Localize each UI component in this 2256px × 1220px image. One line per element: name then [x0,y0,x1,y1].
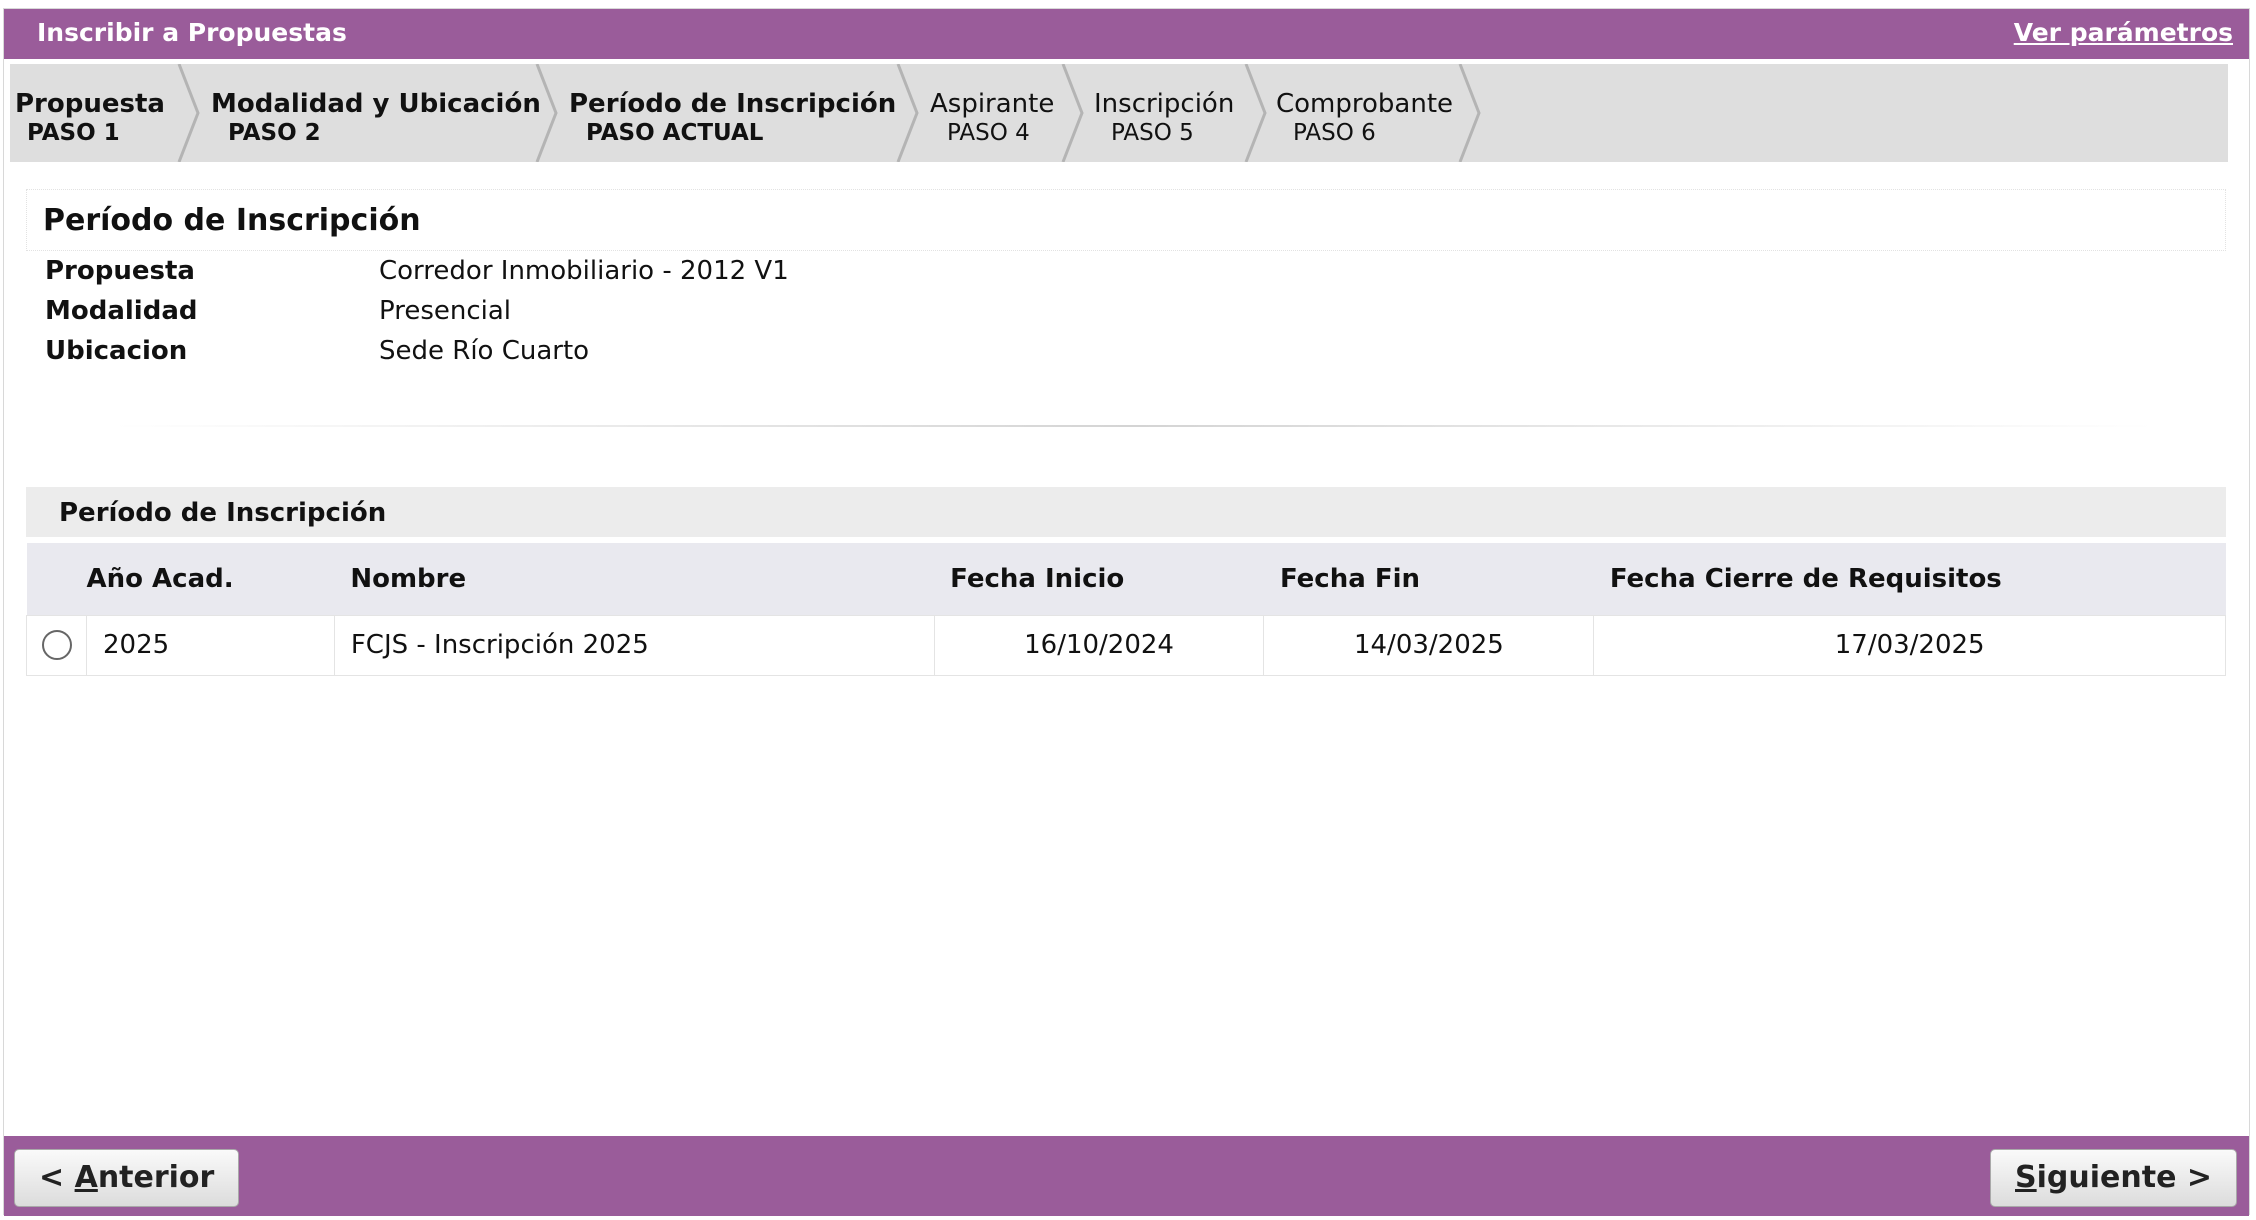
chevron-separator-icon [1458,64,1481,162]
step-aspirante: Aspirante PASO 4 [930,64,1054,162]
period-radio[interactable] [42,630,72,661]
column-header: Nombre [334,543,935,615]
button-text: nterior [97,1160,215,1195]
column-header: Fecha Inicio [934,543,1264,615]
cell-fecha-cierre: 17/03/2025 [1593,614,2226,676]
wizard-steps: Propuesta PASO 1 Modalidad y Ubicación P… [10,64,2228,162]
periodos-table: Año Acad. Nombre Fecha Inicio Fecha Fin … [26,543,2226,676]
ver-parametros-link[interactable]: Ver parámetros [2014,18,2233,47]
page-title: Inscribir a Propuestas [37,18,347,47]
grid-title: Período de Inscripción [59,498,387,528]
cell-nombre: FCJS - Inscripción 2025 [333,614,935,676]
step-name: Período de Inscripción [569,89,897,119]
table-header-row: Año Acad. Nombre Fecha Inicio Fecha Fin … [26,543,2226,615]
divider [114,425,2154,427]
table-row[interactable]: 2025 FCJS - Inscripción 2025 16/10/2024 … [26,614,2226,676]
cell-fecha-inicio: 16/10/2024 [933,614,1265,676]
step-number: PASO 1 [27,120,120,146]
title-bar: Inscribir a Propuestas Ver parámetros [4,9,2249,59]
anterior-button[interactable]: < Anterior [14,1149,240,1207]
step-number: PASO 5 [1111,120,1194,146]
cell-fecha-fin: 14/03/2025 [1263,614,1595,676]
step-name: Aspirante [930,89,1055,119]
column-header: Año Acad. [86,543,335,615]
button-text: < [39,1160,75,1195]
app-window: Inscribir a Propuestas Ver parámetros Pr… [3,8,2250,1216]
field-value: Corredor Inmobiliario - 2012 V1 [379,256,789,286]
field-value: Sede Río Cuarto [379,336,590,366]
section-title: Período de Inscripción [43,203,421,238]
step-comprobante: Comprobante PASO 6 [1276,64,1453,162]
column-header-select [26,543,87,615]
step-number: PASO 2 [228,120,321,146]
button-text: iguiente > [2036,1160,2212,1195]
step-inscripcion: Inscripción PASO 5 [1094,64,1234,162]
row-select-cell [26,614,87,676]
step-modalidad-ubicacion[interactable]: Modalidad y Ubicación PASO 2 [211,64,541,162]
chevron-separator-icon [896,64,919,162]
field-label: Propuesta [45,256,195,286]
chevron-separator-icon [177,64,200,162]
cell-anio: 2025 [85,614,335,676]
column-header: Fecha Cierre de Requisitos [1593,543,2226,615]
chevron-separator-icon [1061,64,1084,162]
field-value: Presencial [379,296,512,326]
field-label: Ubicacion [45,336,188,366]
chevron-separator-icon [535,64,558,162]
step-name: Inscripción [1094,89,1235,119]
siguiente-button[interactable]: Siguiente > [1990,1149,2237,1207]
footer-bar: < Anterior Siguiente > [4,1136,2249,1216]
chevron-separator-icon [1244,64,1267,162]
step-number: PASO ACTUAL [586,120,764,146]
step-periodo-inscripcion: Período de Inscripción PASO ACTUAL [569,64,896,162]
accesskey-letter: S [2015,1160,2037,1195]
field-label: Modalidad [45,296,198,326]
step-number: PASO 4 [947,120,1030,146]
column-header: Fecha Fin [1263,543,1594,615]
step-number: PASO 6 [1293,120,1376,146]
step-propuesta[interactable]: Propuesta PASO 1 [15,64,165,162]
step-name: Modalidad y Ubicación [211,89,541,119]
step-name: Propuesta [15,89,165,119]
step-name: Comprobante [1276,89,1454,119]
grid-header: Período de Inscripción [26,487,2226,537]
accesskey-letter: A [74,1160,98,1195]
section-header: Período de Inscripción [26,189,2226,251]
